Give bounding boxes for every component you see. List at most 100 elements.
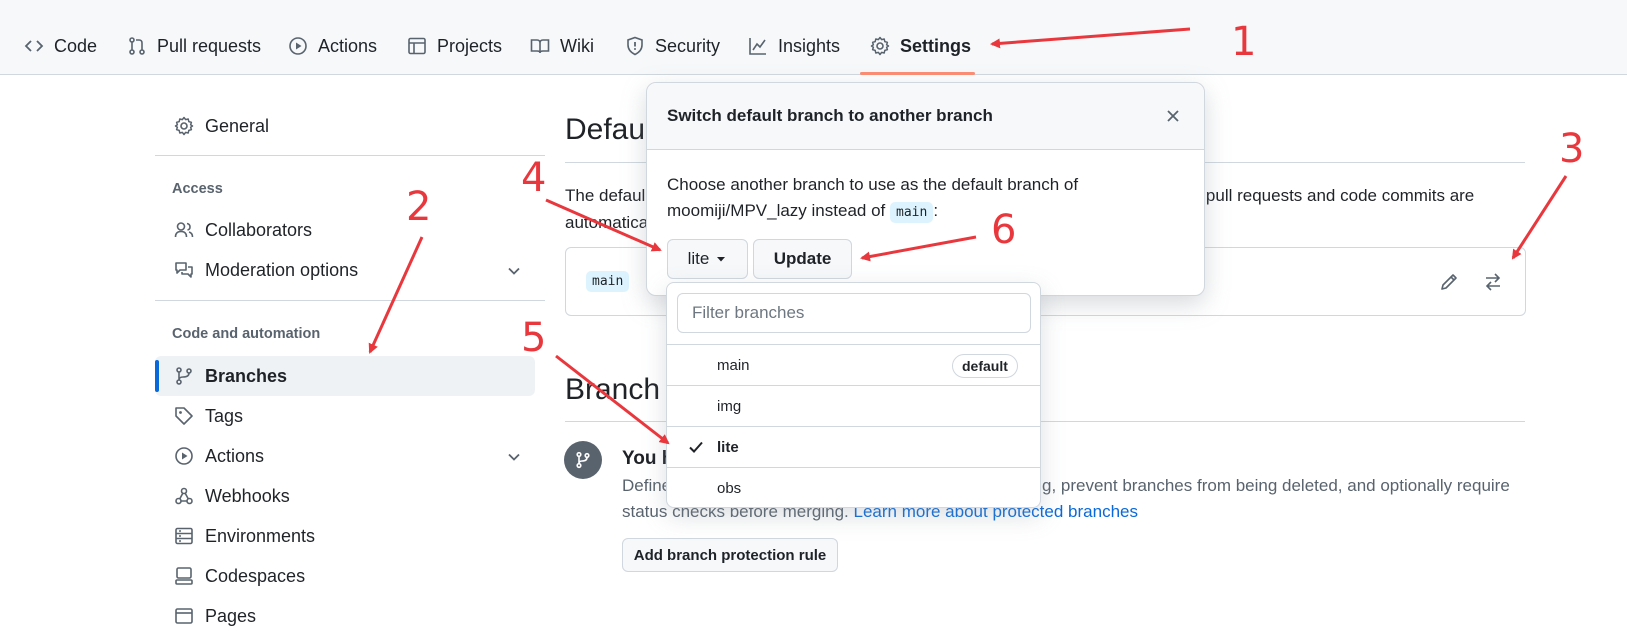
webhook-icon <box>175 487 193 505</box>
sidebar-item-actions[interactable]: Actions <box>174 441 264 471</box>
branch-option-obs[interactable]: obs <box>667 467 1040 508</box>
sidebar-divider <box>155 155 545 156</box>
chevron-down-icon[interactable] <box>505 448 523 466</box>
sidebar-item-label: Branches <box>205 365 288 386</box>
default-branch-desc-right: n all pull requests and code commits are <box>1170 186 1475 205</box>
tab-projects[interactable]: Projects <box>407 33 502 59</box>
current-default-branch: main <box>586 271 630 292</box>
tab-settings-label: Settings <box>900 35 972 56</box>
dialog-text-line1: Choose another branch to use as the defa… <box>667 175 1079 194</box>
sidebar-item-label: Tags <box>205 405 244 426</box>
dialog-current-branch: main <box>890 202 934 223</box>
dialog-header: Switch default branch to another branch <box>647 83 1204 150</box>
tab-security[interactable]: Security <box>625 33 720 59</box>
sidebar-item-label: Codespaces <box>205 565 306 586</box>
close-icon[interactable] <box>1164 107 1182 125</box>
branch-option-label: main <box>717 357 750 374</box>
tab-insights[interactable]: Insights <box>748 33 840 59</box>
sidebar-item-label: Environments <box>205 525 316 546</box>
repo-nav: Code Pull requests Actions Projects Wiki… <box>0 0 1627 75</box>
sidebar-item-label: Pages <box>205 605 257 626</box>
comment-discussion-icon <box>175 262 193 278</box>
branch-select-label: lite <box>687 249 710 268</box>
sidebar-item-moderation[interactable]: Moderation options <box>174 255 358 285</box>
git-branch-icon <box>176 367 192 385</box>
sidebar-item-label: General <box>205 115 270 136</box>
tab-insights-label: Insights <box>778 35 841 56</box>
add-branch-protection-rule-button[interactable]: Add branch protection rule <box>622 538 838 572</box>
branch-option-main[interactable]: main default <box>667 344 1040 385</box>
tab-settings[interactable]: Settings <box>870 33 971 59</box>
dialog-text-line2: moomiji/MPV_lazy instead of <box>667 201 886 220</box>
browser-icon <box>175 608 193 624</box>
codespaces-icon <box>175 567 193 585</box>
tab-projects-label: Projects <box>437 35 503 56</box>
people-icon <box>174 222 194 238</box>
annotation-3: 3 <box>1559 126 1585 172</box>
pencil-icon[interactable] <box>1438 271 1460 293</box>
annotation-2: 2 <box>406 184 432 230</box>
sidebar-item-tags[interactable]: Tags <box>174 401 243 431</box>
default-branch-desc-line2: automatica <box>565 213 649 232</box>
annotation-arrow-2 <box>368 236 424 354</box>
gear-icon <box>870 36 890 56</box>
update-button[interactable]: Update <box>753 239 852 279</box>
code-icon <box>24 40 44 52</box>
switch-default-branch-dialog: Switch default branch to another branch … <box>646 82 1205 296</box>
tab-pull-requests-label: Pull requests <box>157 35 262 56</box>
tab-wiki-label: Wiki <box>560 35 594 56</box>
check-icon <box>689 441 703 453</box>
branch-option-label: lite <box>717 439 739 456</box>
play-icon <box>175 447 193 465</box>
sidebar-item-environments[interactable]: Environments <box>174 521 315 551</box>
sidebar-item-label: Moderation options <box>205 259 359 280</box>
annotation-arrow-3 <box>1511 175 1568 260</box>
sidebar-item-collaborators[interactable]: Collaborators <box>174 215 312 245</box>
dialog-colon: : <box>933 201 939 220</box>
tab-code[interactable]: Code <box>24 33 97 59</box>
annotation-5: 5 <box>521 315 547 361</box>
sidebar-item-label: Webhooks <box>205 485 290 506</box>
sidebar-item-general[interactable]: General <box>174 111 269 141</box>
dialog-title: Switch default branch to another branch <box>667 106 993 125</box>
server-icon <box>175 527 193 545</box>
annotation-4: 4 <box>521 155 547 201</box>
sidebar-item-webhooks[interactable]: Webhooks <box>174 481 290 511</box>
tab-actions-label: Actions <box>318 35 378 56</box>
sidebar-heading-code: Code and automation <box>172 326 321 342</box>
sidebar-item-branches[interactable]: Branches <box>174 361 287 391</box>
tab-wiki[interactable]: Wiki <box>530 33 594 59</box>
filter-branches-input[interactable] <box>677 293 1031 333</box>
default-branch-heading: Defau <box>565 113 646 146</box>
table-icon <box>408 37 426 55</box>
branch-protection-desc-right: g, prevent branches from being deleted, … <box>1042 476 1510 495</box>
branch-dropdown: main default img lite obs <box>666 282 1041 508</box>
branch-option-label: img <box>717 398 742 415</box>
branch-protection-icon <box>564 441 602 479</box>
branch-option-img[interactable]: img <box>667 385 1040 426</box>
sidebar-item-codespaces[interactable]: Codespaces <box>174 561 305 591</box>
shield-icon <box>627 36 643 56</box>
arrow-switch-icon[interactable] <box>1482 271 1504 293</box>
default-branch-desc: The defaul <box>565 186 646 205</box>
sidebar-selected-indicator <box>155 360 159 392</box>
annotation-6: 6 <box>991 207 1017 253</box>
gear-icon <box>174 116 194 136</box>
sidebar-item-label: Collaborators <box>205 219 313 240</box>
tag-icon <box>175 407 193 425</box>
branch-select-button[interactable]: lite <box>667 239 748 279</box>
branch-protection-desc: Define <box>622 476 672 495</box>
git-branch-icon <box>576 451 590 469</box>
tab-pull-requests[interactable]: Pull requests <box>127 33 261 59</box>
branch-option-lite[interactable]: lite <box>667 426 1040 467</box>
sidebar-divider <box>155 300 545 301</box>
play-icon <box>289 37 307 55</box>
pull-request-icon <box>129 37 145 55</box>
annotation-1: 1 <box>1231 19 1257 65</box>
chevron-down-icon[interactable] <box>505 262 523 280</box>
graph-icon <box>749 38 766 55</box>
sidebar-heading-access: Access <box>172 181 223 197</box>
tab-actions[interactable]: Actions <box>288 33 377 59</box>
sidebar-item-pages[interactable]: Pages <box>174 601 256 631</box>
default-badge: default <box>952 354 1018 378</box>
